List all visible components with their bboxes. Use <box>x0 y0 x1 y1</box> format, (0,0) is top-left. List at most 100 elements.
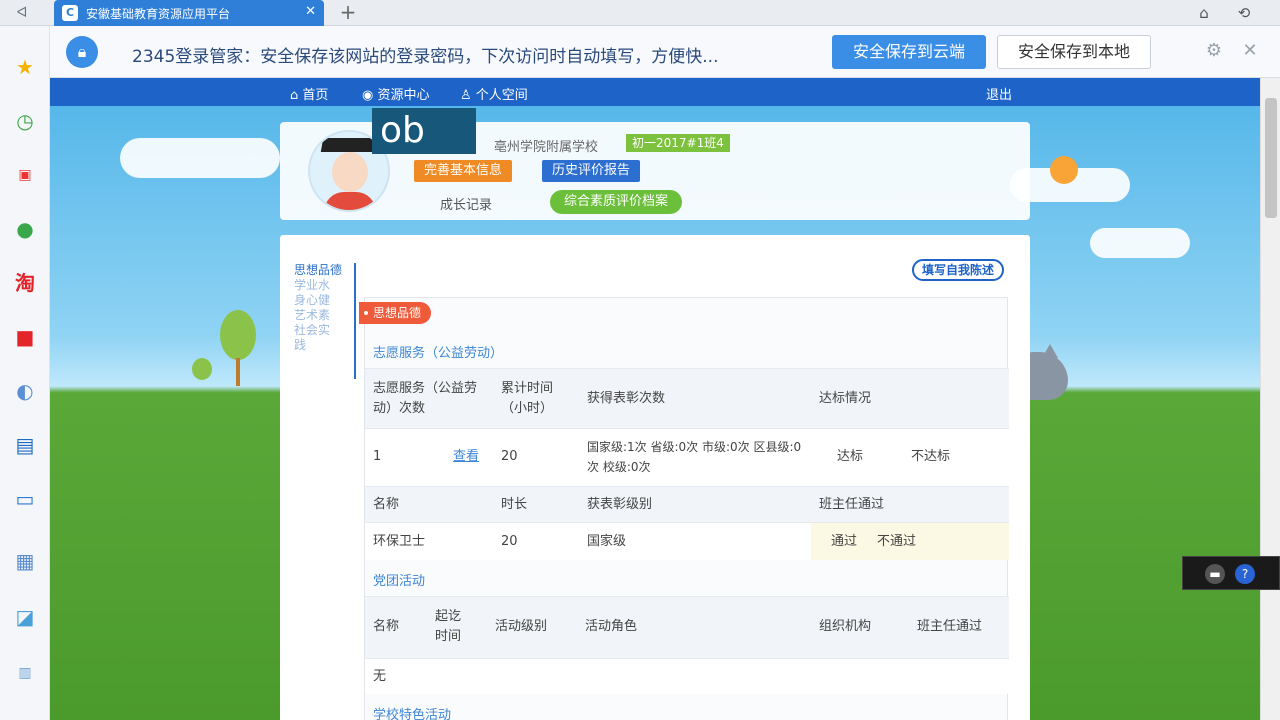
view-link[interactable]: 查看 <box>453 447 479 467</box>
site-navbar: ⌂ 首页 ◉ 资源中心 ♙ 个人空间 退出 <box>50 78 1260 106</box>
section-nav-item[interactable]: 身心健 <box>294 293 344 308</box>
tree-decoration <box>192 358 212 380</box>
table-header-row: 志愿服务（公益劳动）次数 累计时间（小时） 获得表彰次数 达标情况 <box>365 368 1009 428</box>
growth-record-link[interactable]: 成长记录 <box>440 194 492 213</box>
column-header: 活动角色 <box>585 619 638 634</box>
column-header: 名称 <box>373 497 400 512</box>
class-tag: 初一2017#1班4 <box>626 134 730 152</box>
new-tab-button[interactable]: + <box>336 0 360 24</box>
tab-title: 安徽基础教育资源应用平台 <box>86 7 231 21</box>
page-scrollbar[interactable] <box>1260 78 1280 720</box>
column-header: 组织机构 <box>819 619 872 634</box>
section-tag: 思想品德 <box>359 302 432 324</box>
section-nav-item[interactable]: 思想品德 <box>294 263 344 278</box>
lock-icon: 🔒︎ <box>66 36 98 68</box>
section-nav: 思想品德 学业水 身心健 艺术素 社会实 践 <box>294 263 344 353</box>
history-report-button[interactable]: 历史评价报告 <box>542 160 641 182</box>
cloud-decoration <box>1090 228 1190 258</box>
table-header-row: 名称 起讫时间 活动级别 活动角色 组织机构 班主任通过 <box>365 596 1009 658</box>
section-nav-divider <box>354 263 356 379</box>
history-clock-icon[interactable]: ◷ <box>10 106 40 136</box>
column-header: 累计时间（小时） <box>501 381 554 416</box>
column-header: 获表彰级别 <box>587 497 653 512</box>
tab-close-icon[interactable]: ✕ <box>305 4 316 19</box>
taobao-icon[interactable]: 淘 <box>10 268 40 298</box>
section-nav-item[interactable]: 社会实 <box>294 323 344 338</box>
notebook-icon[interactable]: ◪ <box>10 602 40 632</box>
calculator-icon[interactable]: ▦ <box>10 546 40 576</box>
help-icon[interactable]: ? <box>1235 564 1255 584</box>
nav-home[interactable]: ⌂ 首页 <box>290 84 328 103</box>
column-header: 班主任通过 <box>819 497 885 512</box>
league-title: 党团活动 <box>373 574 426 589</box>
nav-resources[interactable]: ◉ 资源中心 <box>362 84 430 103</box>
activity-hours: 20 <box>501 534 518 549</box>
column-header: 起讫时间 <box>435 609 462 644</box>
favorites-star-icon[interactable]: ★ <box>10 52 40 82</box>
pass-option[interactable]: 达标 <box>837 447 863 467</box>
graduation-cap-icon <box>320 138 380 152</box>
section-nav-item[interactable]: 学业水 <box>294 278 344 293</box>
table-row: 无 <box>365 658 1009 694</box>
table-row: 环保卫士 20 国家级 通过 不通过 <box>365 522 1009 560</box>
school-activity-title: 学校特色活动 <box>373 708 452 720</box>
overlay-text-box: ob <box>372 108 476 154</box>
nav-resources-label: 资源中心 <box>377 88 430 103</box>
column-header: 志愿服务（公益劳动）次数 <box>373 381 478 416</box>
column-header: 班主任通过 <box>917 619 983 634</box>
column-header: 活动级别 <box>495 619 548 634</box>
scrollbar-thumb[interactable] <box>1265 98 1277 218</box>
undo-icon[interactable]: ⟲ <box>1232 2 1256 24</box>
table-header-row: 名称 时长 获表彰级别 班主任通过 <box>365 486 1009 522</box>
nav-personal-label: 个人空间 <box>475 88 528 103</box>
nav-personal-space[interactable]: ♙ 个人空间 <box>460 84 528 103</box>
section-nav-item[interactable]: 艺术素 <box>294 308 344 323</box>
browser-tab-active[interactable]: C 安徽基础教育资源应用平台 ✕ <box>54 0 324 26</box>
reject-option[interactable]: 不通过 <box>877 532 916 552</box>
computer-icon[interactable]: ▭ <box>10 484 40 514</box>
complete-info-button[interactable]: 完善基本信息 <box>414 160 513 182</box>
volunteer-count: 1 <box>373 449 382 464</box>
back-icon[interactable]: ᐊ <box>12 3 32 23</box>
self-statement-button[interactable]: 填写自我陈述 <box>912 259 1005 281</box>
chat-icon[interactable]: ● <box>10 214 40 244</box>
keyboard-icon[interactable]: ▬ <box>1205 564 1225 584</box>
password-manager-bar: 🔒︎ 2345登录管家：安全保存该网站的登录密码，下次访问时自动填写，方便快..… <box>50 26 1280 78</box>
section-nav-item[interactable]: 践 <box>294 338 344 353</box>
approve-option[interactable]: 通过 <box>831 532 857 552</box>
volunteer-hours: 20 <box>501 449 518 464</box>
award-counts: 国家级:1次 省级:0次 市级:0次 区县级:0次 校级:0次 <box>587 440 802 474</box>
fail-option[interactable]: 不达标 <box>911 447 950 467</box>
restore-icon[interactable]: ⌂ <box>1192 2 1216 24</box>
table-row: 1 查看 20 国家级:1次 省级:0次 市级:0次 区县级:0次 校级:0次 … <box>365 428 1009 486</box>
column-header: 获得表彰次数 <box>587 391 666 406</box>
nav-logout[interactable]: 退出 <box>986 84 1012 103</box>
shopping-icon[interactable]: ■ <box>10 322 40 352</box>
gear-icon[interactable]: ⚙ <box>1202 40 1226 64</box>
tree-decoration <box>220 310 256 360</box>
activity-name: 环保卫士 <box>373 534 426 549</box>
volunteer-title: 志愿服务（公益劳动） <box>373 346 504 361</box>
floating-toolbar: ▬ ? <box>1182 556 1280 590</box>
save-to-local-button[interactable]: 安全保存到本地 <box>997 35 1151 69</box>
cloud-decoration <box>120 138 280 178</box>
school-name: 亳州学院附属学校 <box>494 140 599 155</box>
award-level: 国家级 <box>587 534 627 549</box>
password-bar-message: 2345登录管家：安全保存该网站的登录密码，下次访问时自动填写，方便快... <box>132 47 719 67</box>
evaluation-archive-button[interactable]: 综合素质评价档案 <box>550 190 683 214</box>
sun-decoration <box>1050 156 1078 184</box>
column-header: 时长 <box>501 497 528 512</box>
empty-value: 无 <box>373 669 387 684</box>
browser-tab-bar: ᐊ C 安徽基础教育资源应用平台 ✕ + ⌂ ⟲ <box>0 0 1280 26</box>
save-to-cloud-button[interactable]: 安全保存到云端 <box>832 35 986 69</box>
news-icon[interactable]: ▣ <box>10 160 40 190</box>
column-header: 达标情况 <box>819 391 872 406</box>
column-header: 名称 <box>373 619 400 634</box>
game-controller-icon[interactable]: ◐ <box>10 376 40 406</box>
video-icon[interactable]: ▤ <box>10 430 40 460</box>
close-icon[interactable]: ✕ <box>1238 40 1262 64</box>
evaluation-content: 思想品德 志愿服务（公益劳动） 志愿服务（公益劳动）次数 累计时间（小时） 获得… <box>359 297 1009 720</box>
app-grid-icon[interactable]: ▥ <box>10 658 40 688</box>
tree-trunk <box>236 358 240 386</box>
nav-home-label: 首页 <box>302 88 329 103</box>
